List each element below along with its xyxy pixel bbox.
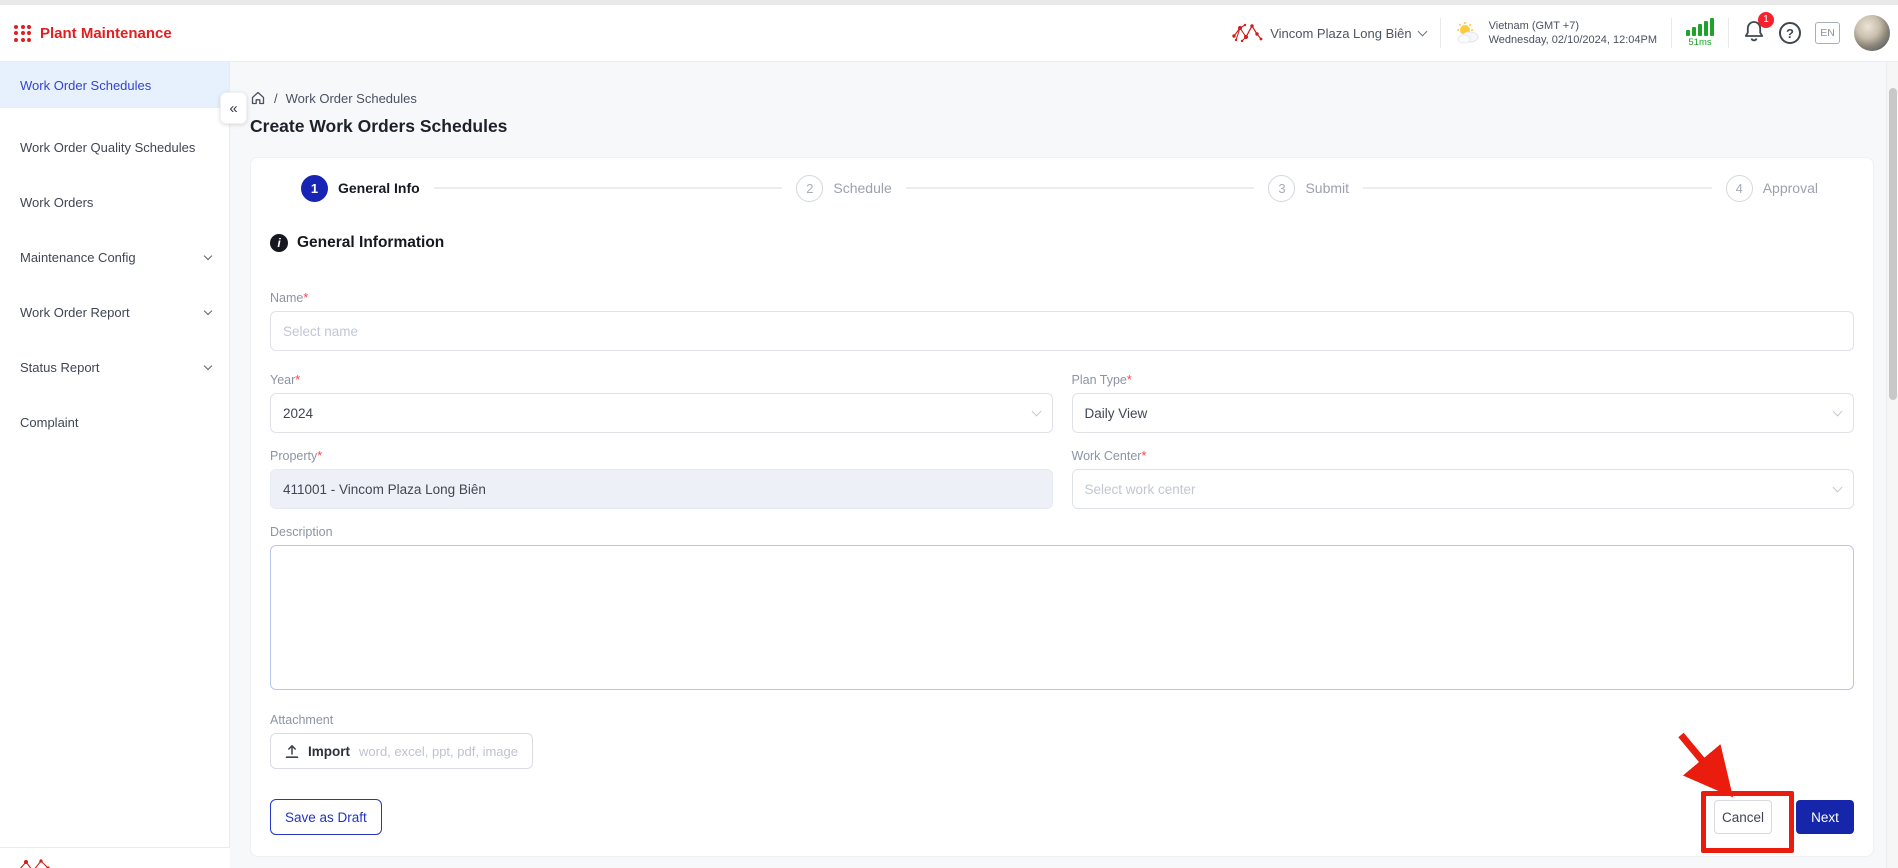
app-grid-logo-icon[interactable] (14, 24, 31, 42)
plan-type-value: Daily View (1084, 405, 1148, 421)
step-number: 2 (796, 174, 824, 202)
step-label: Submit (1305, 180, 1350, 196)
property-value: 411001 - Vincom Plaza Long Biên (283, 481, 486, 497)
breadcrumb: / Work Order Schedules (250, 90, 1886, 106)
chevron-down-icon (1031, 406, 1041, 417)
chevron-down-icon (203, 306, 213, 316)
chevron-down-icon (203, 251, 213, 261)
property-selector[interactable]: Vincom Plaza Long Biên (1231, 22, 1428, 44)
sidebar-collapse-button[interactable]: « (220, 92, 247, 124)
stepper: 1 General Info 2 Schedule 3 Submit 4 App… (270, 173, 1854, 203)
sidebar-footer (0, 848, 230, 868)
name-field-label: Name* (270, 291, 309, 305)
description-field-label: Description (270, 525, 333, 539)
chevron-down-icon (1832, 406, 1843, 417)
app-title: Plant Maintenance (40, 24, 172, 42)
info-icon: i (270, 234, 288, 252)
step-submit[interactable]: 3 Submit (1268, 174, 1350, 202)
step-number: 4 (1725, 174, 1753, 202)
upload-icon (285, 744, 299, 758)
vincom-logo-icon (1232, 23, 1263, 43)
page-title: Create Work Orders Schedules (250, 116, 508, 136)
step-label: General Info (338, 180, 420, 196)
work-center-field-label: Work Center* (1071, 449, 1147, 463)
app-header: Plant Maintenance Vincom Plaza Long Biên (0, 5, 1898, 62)
divider (1671, 18, 1672, 48)
page-scrollbar[interactable] (1886, 62, 1898, 868)
next-button[interactable]: Next (1796, 800, 1854, 834)
form-card: 1 General Info 2 Schedule 3 Submit 4 App… (250, 157, 1874, 857)
year-field-label: Year* (270, 373, 301, 387)
sidebar-item-work-order-quality-schedules[interactable]: Work Order Quality Schedules (0, 120, 229, 175)
save-as-draft-button[interactable]: Save as Draft (270, 799, 382, 835)
step-connector (433, 187, 783, 189)
property-field-label: Property* (270, 449, 323, 463)
scrollbar-thumb[interactable] (1889, 88, 1897, 400)
main-content: / Work Order Schedules Create Work Order… (230, 62, 1886, 868)
section-title: General Information (297, 234, 445, 251)
step-general-info[interactable]: 1 General Info (301, 174, 420, 202)
network-status: 51ms (1686, 18, 1714, 48)
breadcrumb-separator: / (274, 90, 278, 106)
step-approval[interactable]: 4 Approval (1725, 174, 1818, 202)
vincom-logo-fragment-icon (20, 859, 50, 868)
divider (1728, 18, 1729, 48)
step-connector (1363, 187, 1712, 189)
section-header: i General Information (270, 231, 1854, 255)
step-label: Schedule (833, 180, 892, 196)
datetime-label: Wednesday, 02/10/2024, 12:04PM (1488, 34, 1657, 46)
property-selector-label: Vincom Plaza Long Biên (1270, 25, 1412, 41)
step-number: 3 (1268, 174, 1296, 202)
timezone-label: Vietnam (GMT +7) (1488, 20, 1579, 32)
attachment-field-label: Attachment (270, 713, 334, 727)
year-select[interactable]: 2024 (270, 393, 1053, 433)
sidebar-item-work-order-report[interactable]: Work Order Report (0, 285, 229, 340)
divider (1439, 18, 1441, 48)
step-connector (905, 187, 1255, 189)
plan-type-select[interactable]: Daily View (1071, 393, 1854, 433)
sidebar-item-maintenance-config[interactable]: Maintenance Config (0, 230, 229, 285)
datetime-block: Vietnam (GMT +7) Wednesday, 02/10/2024, … (1455, 19, 1657, 47)
year-value: 2024 (283, 405, 314, 421)
sidebar: Work Order Schedules Work Order Quality … (0, 62, 230, 848)
notification-badge: 1 (1758, 11, 1774, 28)
plan-type-field-label: Plan Type* (1071, 373, 1132, 387)
sidebar-item-work-orders[interactable]: Work Orders (0, 175, 229, 230)
step-number: 1 (301, 174, 328, 202)
breadcrumb-current[interactable]: Work Order Schedules (286, 91, 417, 106)
cancel-button[interactable]: Cancel (1714, 800, 1772, 834)
latency-value: 51ms (1688, 37, 1712, 48)
avatar[interactable] (1854, 15, 1890, 51)
home-icon[interactable] (250, 90, 266, 106)
notifications-button[interactable]: 1 (1743, 11, 1774, 48)
step-label: Approval (1762, 180, 1818, 196)
help-button[interactable]: ? (1779, 22, 1801, 44)
chevron-down-icon (1417, 26, 1428, 37)
work-center-select[interactable]: Select work center (1071, 469, 1854, 509)
work-center-placeholder: Select work center (1084, 481, 1196, 497)
weather-icon (1456, 22, 1479, 44)
step-schedule[interactable]: 2 Schedule (796, 174, 892, 202)
import-label: Import (308, 743, 350, 759)
description-textarea[interactable] (270, 545, 1854, 690)
sidebar-item-complaint[interactable]: Complaint (0, 395, 229, 450)
sidebar-item-work-order-schedules[interactable]: Work Order Schedules (0, 62, 229, 108)
language-button[interactable]: EN (1815, 22, 1840, 44)
import-button[interactable]: Import word, excel, ppt, pdf, image (270, 733, 533, 769)
property-field: 411001 - Vincom Plaza Long Biên (270, 469, 1053, 509)
signal-bars-icon (1686, 18, 1714, 36)
chevron-down-icon (1832, 482, 1843, 493)
sidebar-item-status-report[interactable]: Status Report (0, 340, 229, 395)
name-input[interactable] (270, 311, 1854, 351)
chevron-down-icon (203, 361, 213, 371)
import-hint: word, excel, ppt, pdf, image (359, 743, 518, 759)
